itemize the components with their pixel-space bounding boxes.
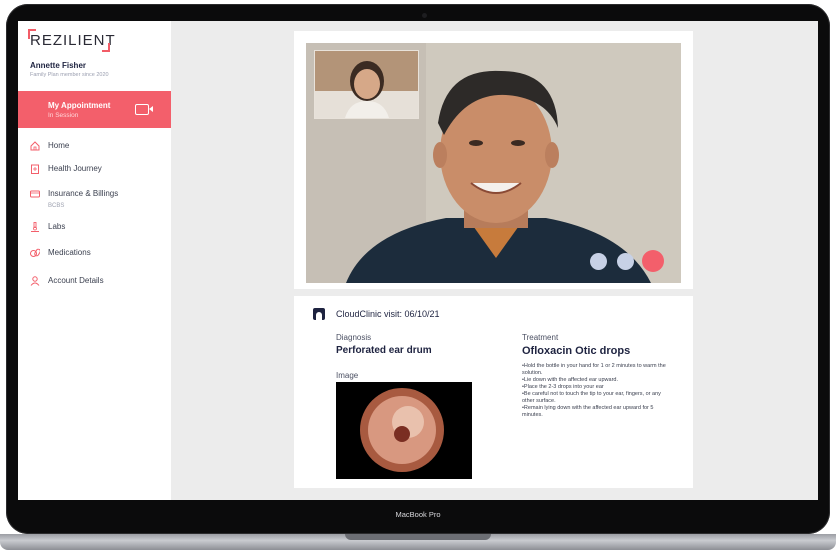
treatment-instructions: •Hold the bottle in your hand for 1 or 2…	[522, 363, 672, 419]
sidebar-item-label: Health Journey	[48, 164, 102, 173]
sidebar-item-health-journey[interactable]: Health Journey	[30, 164, 102, 180]
mute-button[interactable]	[590, 253, 607, 270]
sidebar-item-my-appointment[interactable]: My Appointment In Session	[18, 91, 171, 128]
insurance-provider: BCBS	[48, 203, 65, 209]
sidebar: REZILIENT Annette Fisher Family Plan mem…	[18, 21, 171, 500]
appointment-status: In Session	[48, 112, 79, 119]
doctor-video-image	[315, 51, 418, 118]
user-name: Annette Fisher	[30, 61, 87, 70]
user-membership: Family Plan member since 2020	[30, 72, 109, 78]
remote-video-feed	[306, 43, 681, 283]
video-camera-icon	[135, 104, 153, 115]
sidebar-item-label: Insurance & Billings	[48, 189, 119, 198]
video-call-panel	[294, 31, 693, 289]
instruction-line: •Be careful not to touch the tip to your…	[522, 391, 661, 404]
end-call-button[interactable]	[642, 250, 664, 272]
sidebar-item-label: Account Details	[48, 276, 104, 285]
image-label: Image	[336, 371, 359, 380]
otoscope-image	[336, 382, 472, 479]
sidebar-item-label-group: Insurance & Billings BCBS	[48, 189, 118, 211]
visit-title: CloudClinic visit: 06/10/21	[336, 309, 440, 319]
treatment-label: Treatment	[522, 333, 559, 342]
card-icon	[30, 190, 40, 198]
sidebar-item-labs[interactable]: Labs	[30, 222, 65, 238]
webcam-icon	[422, 13, 427, 18]
microscope-icon	[31, 222, 39, 232]
instruction-line: •Remain lying down with the affected ear…	[522, 405, 654, 418]
visit-summary-panel: CloudClinic visit: 06/10/21 Diagnosis Pe…	[294, 296, 693, 488]
camera-toggle-button[interactable]	[617, 253, 634, 270]
instruction-line: •Hold the bottle in your hand for 1 or 2…	[522, 363, 666, 376]
sidebar-item-medications[interactable]: Medications	[30, 248, 91, 264]
instruction-line: •Lie down with the affected ear upward.	[522, 377, 618, 383]
app-screen: REZILIENT Annette Fisher Family Plan mem…	[18, 21, 818, 500]
sidebar-item-home[interactable]: Home	[30, 141, 69, 157]
sidebar-item-label: Home	[48, 141, 70, 150]
treatment-value: Ofloxacin Otic drops	[522, 345, 631, 357]
self-view-video[interactable]	[314, 50, 419, 119]
appointment-title: My Appointment	[48, 101, 111, 110]
cloudclinic-icon	[313, 308, 325, 320]
ear-exam-image[interactable]	[336, 382, 472, 479]
diagnosis-value: Perforated ear drum	[336, 345, 432, 356]
device-label: MacBook Pro	[395, 510, 441, 519]
diagnosis-label: Diagnosis	[336, 333, 372, 342]
sidebar-item-insurance-billings[interactable]: Insurance & Billings BCBS	[30, 189, 118, 209]
pills-icon	[30, 248, 40, 257]
sidebar-item-label: Medications	[48, 248, 91, 257]
clipboard-icon	[31, 164, 39, 174]
sidebar-item-label: Labs	[48, 222, 66, 231]
laptop-notch	[345, 534, 491, 540]
instruction-line: •Place the 2-3 drops into your ear	[522, 384, 604, 390]
sidebar-item-account-details[interactable]: Account Details	[30, 276, 104, 292]
person-icon	[30, 276, 40, 286]
home-icon	[30, 141, 40, 151]
logo-mark-right-icon	[102, 43, 110, 52]
